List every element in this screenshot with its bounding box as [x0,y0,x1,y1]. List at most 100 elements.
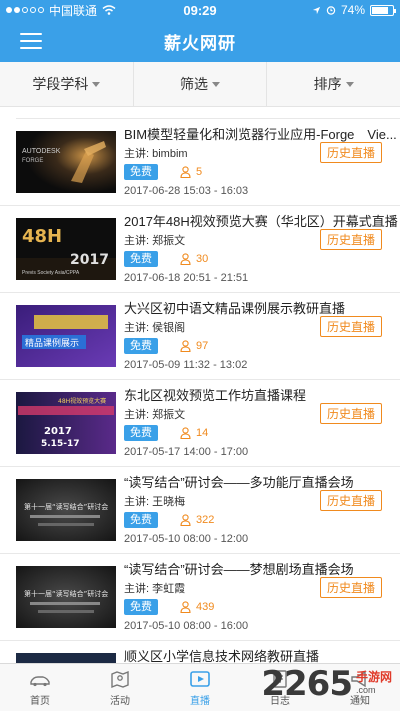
viewer-number: 30 [196,253,209,265]
speaker-name: 侯银阁 [152,322,186,334]
viewer-number: 14 [196,427,209,439]
list-item[interactable]: 第十一届“读写结合”研讨会 “读写结合”研讨会——梦想剧场直播会场 主讲: 李虹… [0,554,400,641]
filter-grade-subject[interactable]: 学段学科 [0,62,134,106]
app-header: 中国联通 09:29 74% 薪火网研 [0,0,400,62]
thumbnail: 48H视效预览大赛 2017 5.15-17 [16,392,116,454]
battery-icon [370,4,396,16]
thumbnail: 第十一届“读写结合”研讨会 [16,479,116,541]
thumbnail [16,653,116,663]
item-title: BIM模型轻量化和浏览器行业应用-Forge Vie... [124,127,397,142]
free-badge: 免费 [124,251,158,267]
watermark-cn: 手游网 [355,670,392,684]
item-datetime: 2017-06-28 15:03 - 16:03 [124,185,249,197]
site-watermark: 2265 手游网 .com [261,661,392,707]
viewer-count: 14 [180,427,208,439]
viewer-count: 439 [180,601,214,613]
filter-label: 学段学科 [32,76,89,92]
list-item[interactable]: 顺义区小学信息技术网络教研直播 [0,641,400,663]
viewer-count: 30 [180,253,208,265]
free-badge: 免费 [124,512,158,528]
list-item[interactable]: 48H 2017 Previs Society Asia/CPPA 2017年4… [0,206,400,293]
user-icon [180,601,191,613]
user-icon [180,166,191,178]
speaker-name: bimbim [152,148,188,160]
thumbnail: 48H 2017 Previs Society Asia/CPPA [16,218,116,280]
user-icon [180,253,191,265]
list-item[interactable]: 精品课例展示 大兴区初中语文精品课例展示教研直播 主讲: 侯银阁 免费 97 2… [0,293,400,380]
viewer-number: 97 [196,340,209,352]
caret-down-icon [212,81,220,87]
tab-live[interactable]: 直播 [160,664,240,711]
thumb-text: FORGE [22,158,43,164]
free-badge: 免费 [124,164,158,180]
speaker-name: 王晓梅 [152,496,186,508]
history-live-button[interactable]: 历史直播 [320,490,382,511]
thumb-text: AUTODESK [22,148,61,155]
filter-bar: 学段学科 筛选 排序 [0,62,400,107]
thumb-text: Previs Society Asia/CPPA [22,270,80,276]
item-datetime: 2017-05-17 14:00 - 17:00 [124,446,249,458]
caret-down-icon [92,81,101,87]
user-icon [180,340,191,352]
speaker-name: 李虹霞 [152,583,186,595]
item-datetime: 2017-05-10 08:00 - 12:00 [124,533,249,545]
viewer-number: 439 [196,601,215,613]
user-icon [180,514,191,526]
live-list: AUTODESK FORGE BIM模型轻量化和浏览器行业应用-Forge Vi… [0,107,400,663]
filter-label: 筛选 [180,76,208,92]
viewer-number: 322 [196,514,215,526]
list-item[interactable]: AUTODESK FORGE BIM模型轻量化和浏览器行业应用-Forge Vi… [0,119,400,206]
item-datetime: 2017-05-10 08:00 - 16:00 [124,620,249,632]
speaker-name: 郑振文 [152,235,186,247]
tab-home[interactable]: 首页 [0,664,80,711]
thumb-text: 48H [22,226,62,247]
history-live-button[interactable]: 历史直播 [320,403,382,424]
list-item[interactable]: 48H视效预览大赛 2017 5.15-17 东北区视效预览工作坊直播课程 主讲… [0,380,400,467]
item-title: “读写结合”研讨会——梦想剧场直播会场 [124,562,354,577]
item-title: “读写结合”研讨会——多功能厅直播会场 [124,475,354,490]
list-item-partial [16,107,400,119]
thumb-text: 精品课例展示 [25,337,79,349]
tab-label: 直播 [190,695,210,707]
menu-icon[interactable] [20,33,42,49]
item-title: 大兴区初中语文精品课例展示教研直播 [124,301,346,316]
filter-screen[interactable]: 筛选 [134,62,268,106]
user-icon [180,427,191,439]
filter-label: 排序 [313,76,342,92]
viewer-number: 5 [196,166,203,178]
thumb-text: 5.15-17 [41,439,79,449]
tab-label: 活动 [110,695,130,707]
nav-bar: 薪火网研 [0,20,400,62]
filter-sort[interactable]: 排序 [267,62,400,106]
thumbnail: 精品课例展示 [16,305,116,367]
location-arrow-icon [312,6,321,14]
history-live-button[interactable]: 历史直播 [320,316,382,337]
speaker-name: 郑振文 [152,409,186,421]
clock: 09:29 [183,3,217,18]
tab-activity[interactable]: 活动 [80,664,160,711]
item-title: 东北区视效预览工作坊直播课程 [124,388,307,403]
status-bar: 中国联通 09:29 74% [0,0,400,20]
speaker-prefix: 主讲: [124,409,153,421]
history-live-button[interactable]: 历史直播 [320,229,382,250]
history-live-button[interactable]: 历史直播 [320,142,382,163]
speaker-prefix: 主讲: [124,148,153,160]
live-play-icon [190,670,210,687]
thumb-text: 第十一届“读写结合”研讨会 [24,589,108,598]
caret-down-icon [345,81,354,87]
thumb-text: 2017 [70,252,109,268]
free-badge: 免费 [124,338,158,354]
history-live-button[interactable]: 历史直播 [320,577,382,598]
battery-percent: 74% [340,3,365,17]
watermark-digits: 2265 [261,664,353,704]
page-title: 薪火网研 [164,33,236,53]
item-datetime: 2017-06-18 20:51 - 21:51 [124,272,249,284]
speaker-prefix: 主讲: [124,496,153,508]
free-badge: 免费 [124,599,158,615]
thumb-text: 第十一届“读写结合”研讨会 [24,502,108,511]
tab-label: 首页 [30,695,50,707]
item-datetime: 2017-05-09 11:32 - 13:02 [124,359,248,371]
list-item[interactable]: 第十一届“读写结合”研讨会 “读写结合”研讨会——多功能厅直播会场 主讲: 王晓… [0,467,400,554]
viewer-count: 97 [180,340,208,352]
thumb-text: 2017 [44,426,72,437]
